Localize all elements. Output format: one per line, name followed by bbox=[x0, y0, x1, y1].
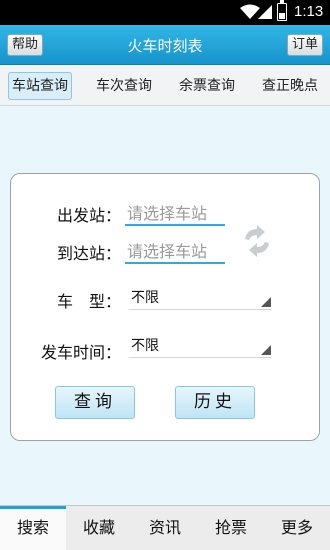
tab-train-query[interactable]: 车次查询 bbox=[92, 72, 156, 100]
departure-station-input[interactable]: 请选择车站 bbox=[125, 196, 225, 226]
train-type-select[interactable]: 不限 bbox=[129, 286, 271, 310]
arrival-station-input[interactable]: 请选择车站 bbox=[125, 234, 225, 264]
status-bar: 1:13 bbox=[0, 0, 330, 25]
battery-icon bbox=[277, 0, 287, 21]
depart-time-label: 发车时间： bbox=[41, 343, 122, 362]
train-type-label: 车 型： bbox=[57, 292, 122, 311]
train-type-value: 不限 bbox=[131, 290, 159, 306]
page-title: 火车时刻表 bbox=[127, 37, 203, 55]
nav-news[interactable]: 资讯 bbox=[132, 506, 198, 550]
nav-search[interactable]: 搜索 bbox=[0, 506, 66, 550]
clock: 1:13 bbox=[294, 3, 324, 20]
swap-stations-icon[interactable] bbox=[239, 223, 275, 259]
search-button[interactable]: 查询 bbox=[55, 386, 135, 419]
dropdown-arrow-icon bbox=[261, 345, 271, 355]
departure-placeholder: 请选择车站 bbox=[127, 204, 208, 223]
depart-time-select[interactable]: 不限 bbox=[129, 334, 271, 358]
arrival-label: 到达站： bbox=[57, 244, 122, 263]
nav-grab-tickets[interactable]: 抢票 bbox=[198, 506, 264, 550]
app-header: 帮助 火车时刻表 订单 bbox=[0, 25, 330, 65]
depart-time-value: 不限 bbox=[131, 338, 159, 354]
history-button[interactable]: 历史 bbox=[175, 386, 255, 419]
departure-label: 出发站： bbox=[57, 206, 122, 225]
nav-more[interactable]: 更多 bbox=[264, 506, 330, 550]
nav-favorites[interactable]: 收藏 bbox=[66, 506, 132, 550]
tab-delay-query[interactable]: 查正晚点 bbox=[258, 72, 322, 100]
wifi-icon bbox=[240, 4, 260, 19]
bottom-nav: 搜索 收藏 资讯 抢票 更多 bbox=[0, 505, 330, 550]
signal-icon bbox=[258, 5, 272, 19]
tab-ticket-availability[interactable]: 余票查询 bbox=[175, 72, 239, 100]
tab-bar: 车站查询 车次查询 余票查询 查正晚点 bbox=[0, 66, 330, 106]
orders-button[interactable]: 订单 bbox=[286, 34, 323, 56]
tab-station-query[interactable]: 车站查询 bbox=[8, 71, 72, 100]
search-form-card: 出发站： 请选择车站 到达站： 请选择车站 车 型： 不限 发车时间： 不限 查… bbox=[10, 173, 320, 441]
arrival-placeholder: 请选择车站 bbox=[127, 242, 208, 261]
dropdown-arrow-icon bbox=[261, 297, 271, 307]
